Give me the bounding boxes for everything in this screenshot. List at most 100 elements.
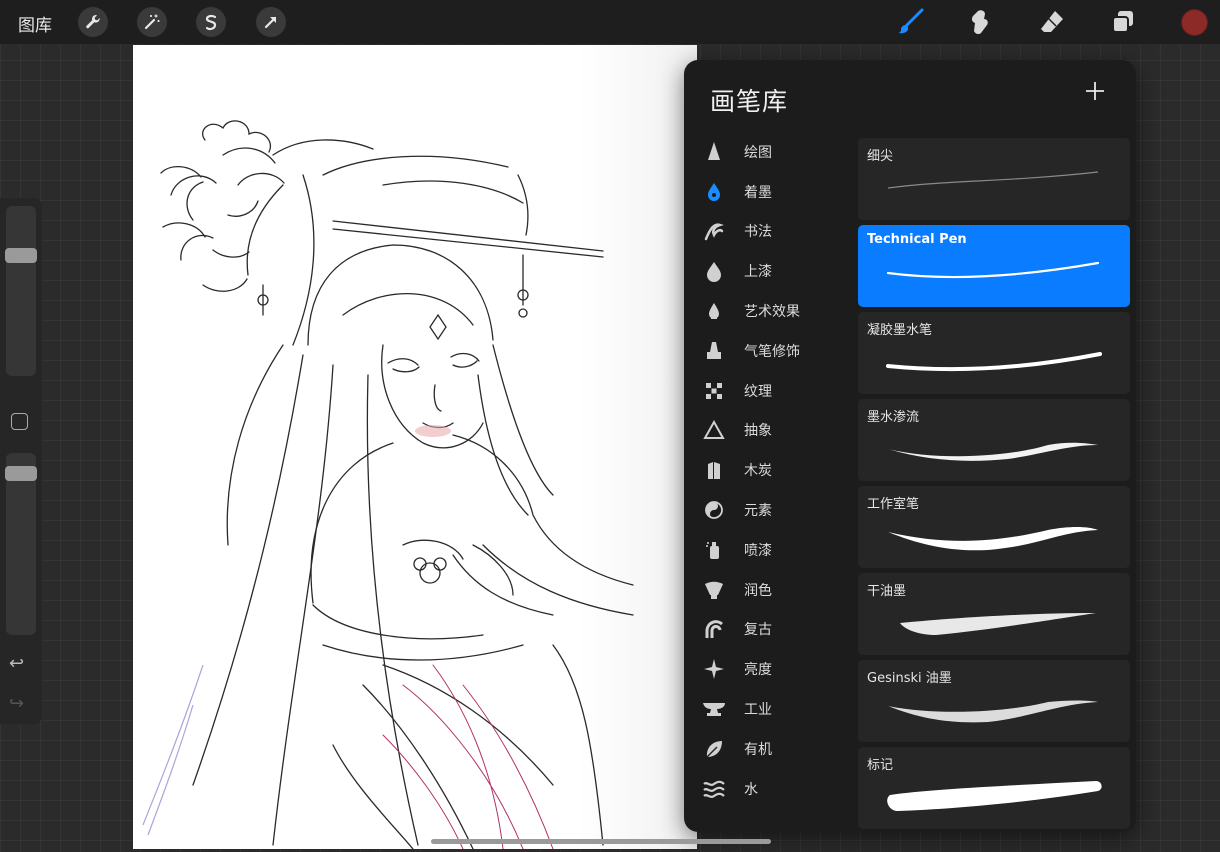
brush-card-gel-pen[interactable]: 凝胶墨水笔 [858,312,1130,394]
brush-stroke-preview [888,700,1098,723]
set-item-luminance[interactable]: 亮度 [684,649,858,689]
set-label: 润色 [744,582,772,599]
panel-title: 画笔库 [710,87,789,116]
top-toolbar: 图库 [0,0,1220,44]
brush-stroke-preview [886,352,1102,372]
brush-card-ink-bleed[interactable]: 墨水渗流 [858,399,1130,481]
set-label: 元素 [744,503,772,520]
drawing-canvas[interactable] [133,45,697,849]
set-label: 工业 [744,702,772,719]
brush-stroke-preview [888,527,1098,551]
charcoal-icon [702,458,726,482]
brush-name: Gesinski 油墨 [867,671,952,686]
set-item-spray-paints[interactable]: 喷漆 [684,530,858,570]
undo-icon[interactable]: ↩ [9,653,24,674]
opacity-slider[interactable] [5,453,37,635]
set-label: 纹理 [744,383,772,400]
layers-icon[interactable] [1106,5,1140,39]
brush-set-list: 绘图 着墨 书法 上漆 艺术效果 气笔修饰 纹理 抽象 木炭 元素 喷漆 润色 … [684,132,858,809]
brush-stroke-preview [900,613,1096,635]
brush-library-panel: 画笔库 绘图 着墨 书法 上漆 艺术效果 气笔修饰 纹理 抽象 木炭 元素 喷漆… [684,60,1136,832]
opacity-thumb[interactable] [5,466,37,482]
modify-square-icon[interactable] [11,413,28,430]
ink-pen-icon [702,180,726,204]
pencil-tip-icon [702,140,726,164]
yin-yang-icon [702,498,726,522]
brush-stroke-preview [886,261,1100,279]
brush-name: 标记 [867,758,894,773]
texture-checker-icon [702,379,726,403]
brush-name: 墨水渗流 [867,410,920,425]
brush-size-thumb[interactable] [5,247,37,263]
brush-list: 细尖 Technical Pen 凝胶墨水笔 墨水渗流 工作室笔 干油墨 Ges… [858,138,1130,832]
set-label: 上漆 [744,264,772,281]
set-label: 有机 [744,741,772,758]
vintage-arch-icon [702,617,726,641]
set-item-inking[interactable]: 着墨 [684,172,858,212]
gallery-button[interactable]: 图库 [18,11,52,36]
set-label: 亮度 [744,662,772,679]
set-label: 绘图 [744,144,772,161]
set-item-industrial[interactable]: 工业 [684,689,858,729]
set-item-touchups[interactable]: 润色 [684,570,858,610]
brush-card-marker[interactable]: 标记 [858,747,1130,829]
brush-card-gesinski-ink[interactable]: Gesinski 油墨 [858,660,1130,742]
brush-size-slider[interactable] [5,206,37,376]
set-label: 喷漆 [744,542,772,559]
airbrush-icon [702,339,726,363]
wrench-icon[interactable] [78,7,108,37]
set-label: 木炭 [744,463,772,480]
transform-arrow-icon[interactable] [256,7,286,37]
set-item-airbrushing[interactable]: 气笔修饰 [684,331,858,371]
set-item-abstract[interactable]: 抽象 [684,411,858,451]
set-item-water[interactable]: 水 [684,769,858,809]
line-art-illustration [142,120,634,849]
set-item-textures[interactable]: 纹理 [684,371,858,411]
paint-drop-icon [702,259,726,283]
brush-card-studio-pen[interactable]: 工作室笔 [858,486,1130,568]
calligraphy-icon [702,219,726,243]
triangle-icon [702,418,726,442]
set-label: 书法 [744,224,772,241]
brush-name: 干油墨 [867,584,907,599]
set-item-calligraphy[interactable]: 书法 [684,212,858,252]
color-swatch[interactable] [1181,9,1208,36]
eraser-icon[interactable] [1035,5,1069,39]
smudge-icon[interactable] [962,5,996,39]
brush-name: 细尖 [867,149,894,164]
set-item-sketching[interactable]: 绘图 [684,132,858,172]
home-indicator[interactable] [431,839,771,844]
set-label: 复古 [744,622,772,639]
redo-icon[interactable]: ↪ [9,693,24,714]
sparkle-icon [702,657,726,681]
brush-name: Technical Pen [867,232,967,247]
waves-icon [702,777,726,801]
set-item-elements[interactable]: 元素 [684,490,858,530]
plus-icon[interactable] [1082,78,1108,104]
brush-card-technical-pen[interactable]: Technical Pen [858,225,1130,307]
brush-icon[interactable] [893,5,927,39]
selection-icon[interactable] [196,7,226,37]
anvil-icon [702,697,726,721]
brush-name: 凝胶墨水笔 [867,323,933,338]
set-item-charcoals[interactable]: 木炭 [684,450,858,490]
brush-card-dry-ink[interactable]: 干油墨 [858,573,1130,655]
magic-wand-icon[interactable] [137,7,167,37]
set-item-retro[interactable]: 复古 [684,610,858,650]
brush-stroke-preview [888,442,1098,461]
set-item-artistic[interactable]: 艺术效果 [684,291,858,331]
set-label: 水 [744,781,758,798]
brush-name: 工作室笔 [867,497,920,512]
set-label: 着墨 [744,184,772,201]
set-item-painting[interactable]: 上漆 [684,251,858,291]
fan-brush-icon [702,578,726,602]
brush-card-fine-tip[interactable]: 细尖 [858,138,1130,220]
leaf-icon [702,737,726,761]
brush-stroke-preview [887,781,1102,811]
set-item-organic[interactable]: 有机 [684,729,858,769]
set-label: 抽象 [744,423,772,440]
set-label: 气笔修饰 [744,343,800,360]
left-sidebar: ↩ ↪ [0,198,42,724]
spray-can-icon [702,538,726,562]
brush-stroke-preview [887,171,1099,189]
